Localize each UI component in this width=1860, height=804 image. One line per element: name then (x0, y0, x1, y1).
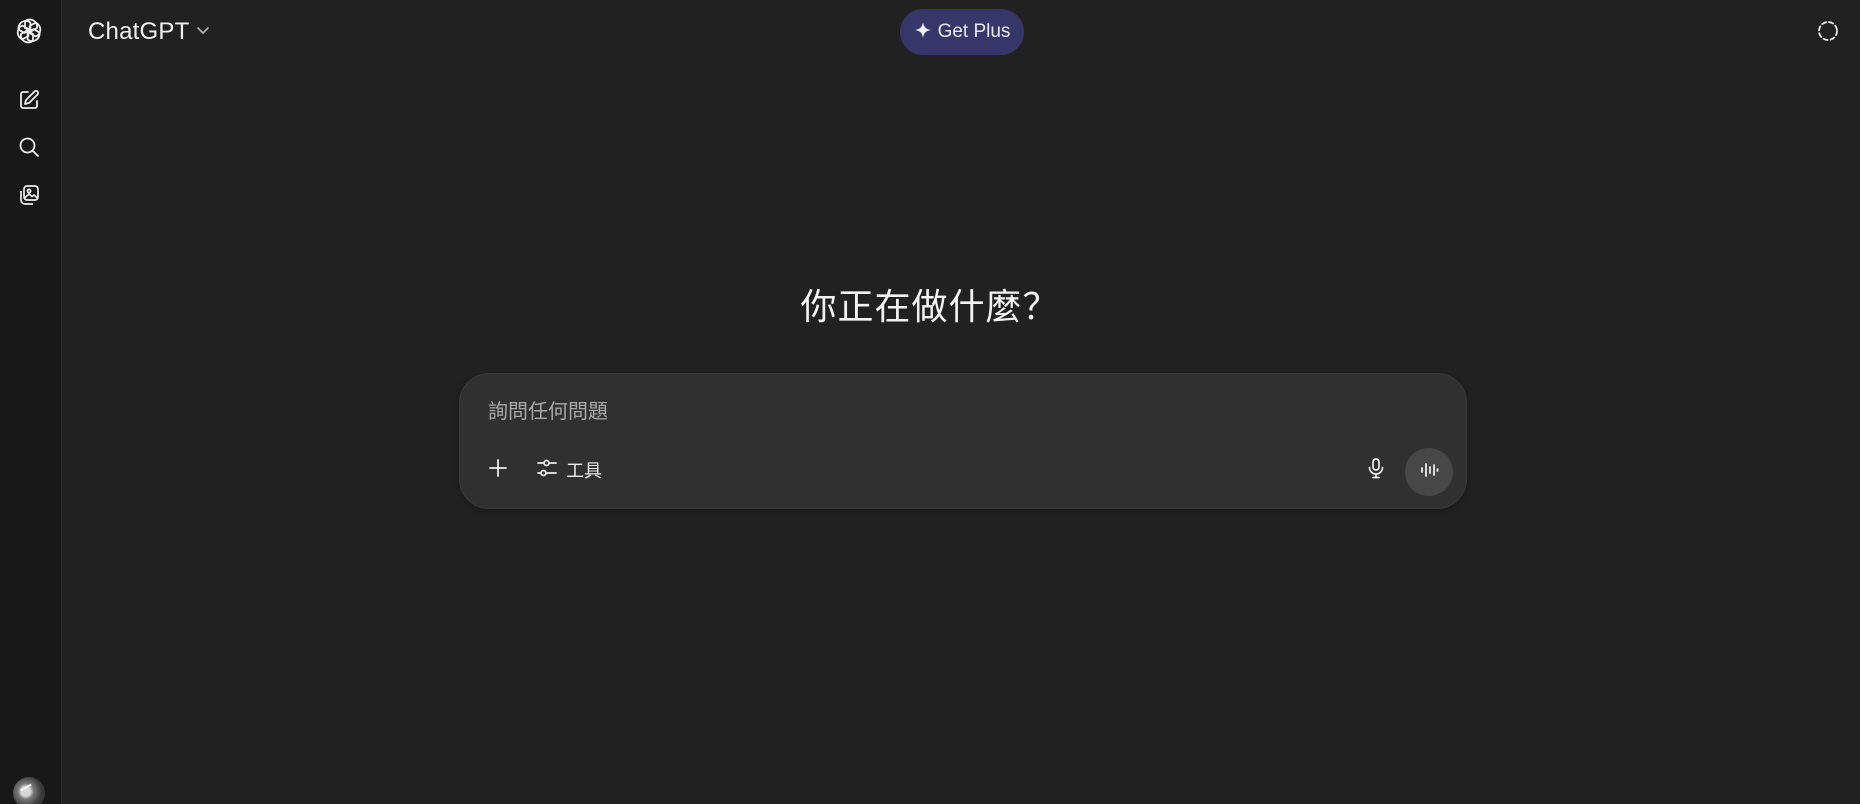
model-switcher[interactable]: ChatGPT (80, 14, 219, 50)
dashed-circle-icon (1816, 19, 1840, 47)
library-button[interactable] (11, 177, 47, 213)
search-chats-button[interactable] (11, 129, 47, 165)
new-chat-button[interactable] (11, 82, 47, 118)
voice-mode-button[interactable] (1405, 448, 1453, 496)
microphone-icon (1365, 457, 1387, 483)
temporary-chat-button[interactable] (1810, 15, 1846, 51)
chevron-down-icon (195, 22, 211, 42)
plus-icon (487, 457, 509, 483)
edit-icon (18, 89, 40, 111)
openai-logo-icon[interactable] (11, 13, 47, 49)
images-icon (18, 184, 40, 206)
get-plus-label: Get Plus (937, 21, 1011, 42)
sparkle-icon (914, 21, 932, 43)
dictate-button[interactable] (1358, 452, 1394, 488)
chatgpt-app: ChatGPT Get Plus 你正在做什麼？ 詢問任何問題 工具 (0, 0, 1860, 804)
user-avatar[interactable] (13, 777, 45, 804)
sidebar-rail (0, 0, 62, 804)
voice-waveform-icon (1418, 459, 1440, 485)
model-name: ChatGPT (88, 18, 190, 45)
get-plus-button[interactable]: Get Plus (900, 9, 1024, 55)
attach-button[interactable] (480, 452, 516, 488)
prompt-input[interactable] (486, 392, 1430, 430)
page-headline: 你正在做什麼？ (800, 287, 1060, 328)
composer: 工具 (459, 373, 1467, 509)
tools-label: 工具 (566, 461, 602, 482)
tools-button[interactable]: 工具 (528, 452, 610, 488)
sliders-icon (536, 457, 558, 483)
search-icon (18, 136, 40, 158)
